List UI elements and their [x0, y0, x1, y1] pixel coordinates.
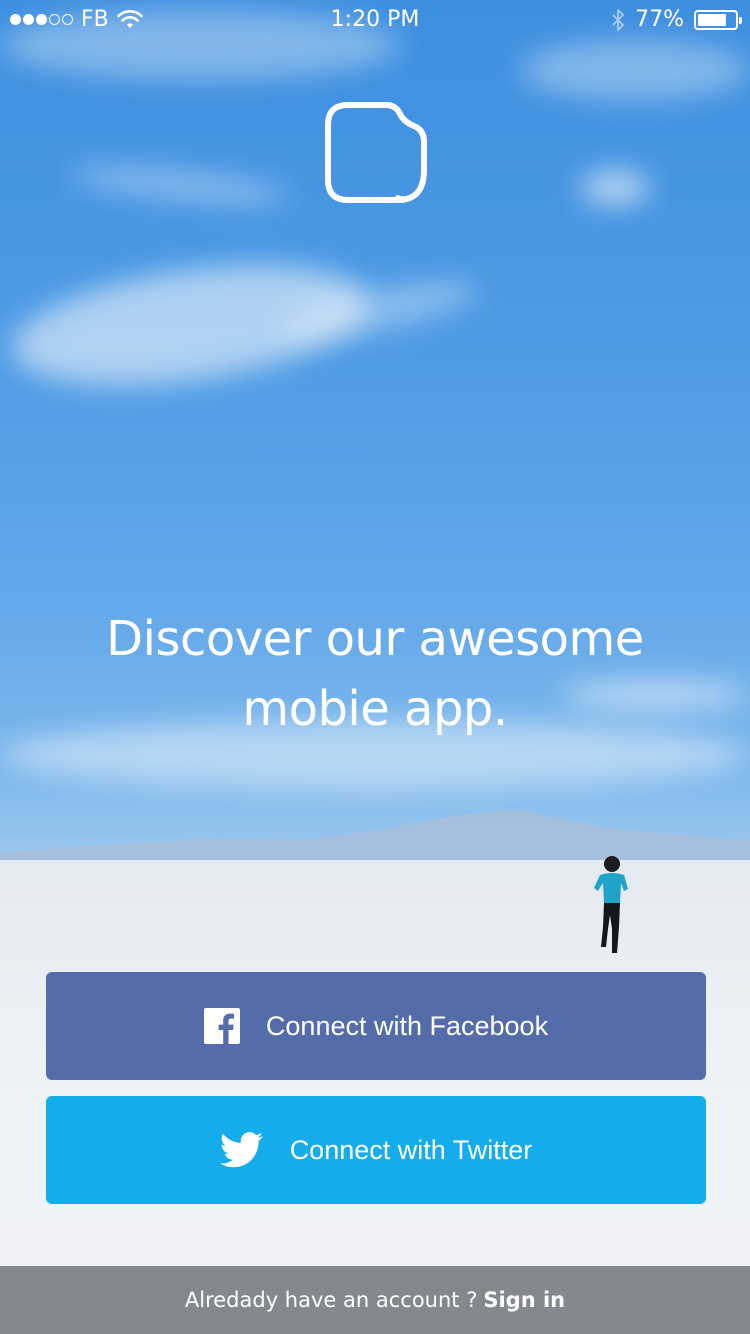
cloud [69, 158, 291, 212]
signin-link[interactable]: Sign in [483, 1288, 565, 1312]
battery-fill [698, 13, 726, 26]
status-right: 77% [611, 7, 742, 32]
bluetooth-icon [612, 8, 624, 31]
headline-line-1: Discover our awesome [106, 611, 644, 667]
battery-icon [694, 9, 742, 30]
signin-footer: Alredady have an account ? Sign in [0, 1266, 750, 1334]
app-logo-icon [325, 102, 427, 203]
facebook-icon [203, 1008, 240, 1044]
cloud [580, 170, 650, 205]
twitter-icon [219, 1132, 263, 1168]
headline: Discover our awesome mobie app. [0, 604, 750, 744]
battery-percent: 77% [635, 7, 684, 32]
cloud [520, 40, 750, 100]
headline-line-2: mobie app. [242, 681, 508, 737]
connect-twitter-button[interactable]: Connect with Twitter [46, 1096, 706, 1204]
connect-facebook-button[interactable]: Connect with Facebook [46, 972, 706, 1080]
status-bar: FB 1:20 PM 77% [0, 0, 750, 40]
twitter-button-label: Connect with Twitter [289, 1134, 533, 1165]
account-prompt: Alredady have an account ? [184, 1288, 478, 1312]
runner-figure [594, 856, 628, 953]
facebook-button-label: Connect with Facebook [265, 1010, 549, 1041]
